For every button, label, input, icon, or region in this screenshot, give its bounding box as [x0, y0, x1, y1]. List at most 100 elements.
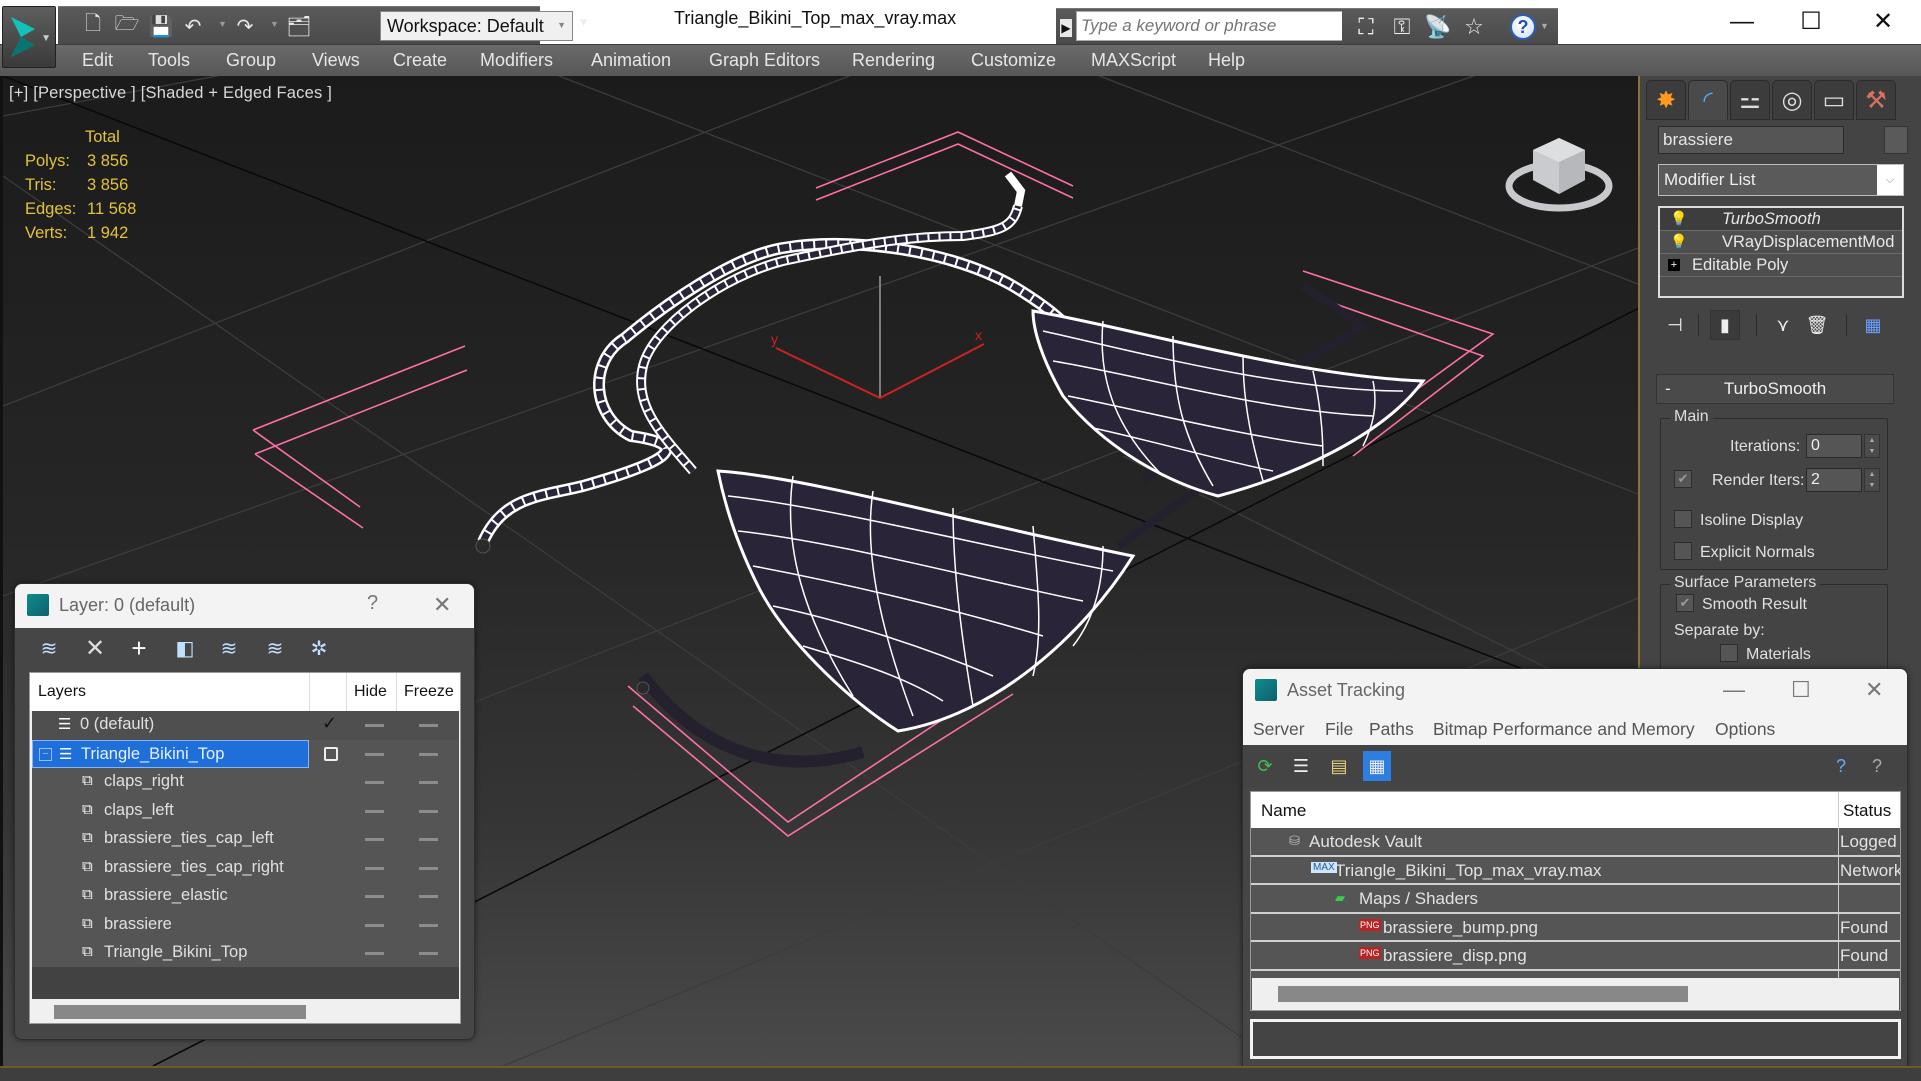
- column-status[interactable]: Status: [1843, 801, 1891, 821]
- minimize-button[interactable]: —: [1717, 4, 1767, 40]
- hide-toggle[interactable]: [365, 923, 384, 927]
- delete-layer-icon[interactable]: ✕: [81, 634, 109, 662]
- materials-checkbox[interactable]: [1720, 644, 1738, 662]
- add-to-layer-icon[interactable]: +: [125, 633, 153, 663]
- menu-help[interactable]: Help: [1208, 50, 1245, 71]
- hierarchy-tab[interactable]: ⚍: [1730, 80, 1770, 120]
- render-iters-spinner-arrows[interactable]: ▲ ▼: [1864, 468, 1880, 492]
- hide-toggle[interactable]: [365, 781, 384, 784]
- column-freeze[interactable]: Freeze: [404, 683, 454, 701]
- list-view-icon[interactable]: ☰: [1287, 751, 1315, 781]
- collapse-icon[interactable]: −: [39, 747, 52, 761]
- remove-modifier-icon[interactable]: 🗑: [1802, 310, 1832, 340]
- help-icon[interactable]: ?: [1510, 14, 1536, 40]
- hide-toggle[interactable]: [365, 838, 384, 841]
- redo-icon[interactable]: ↷: [232, 13, 258, 39]
- menu-file[interactable]: File: [1325, 719, 1353, 740]
- help-button[interactable]: ?: [367, 592, 378, 615]
- freeze-toggle[interactable]: [419, 923, 438, 927]
- save-icon[interactable]: 💾: [148, 13, 174, 39]
- minimize-button[interactable]: —: [1723, 677, 1745, 703]
- create-tab[interactable]: ✸: [1646, 80, 1686, 120]
- maximize-button[interactable]: ☐: [1786, 4, 1836, 40]
- app-menu-button[interactable]: ▼: [2, 6, 56, 68]
- freeze-toggle[interactable]: [419, 752, 438, 756]
- menu-views[interactable]: Views: [312, 50, 360, 71]
- undo-icon[interactable]: ↶: [180, 13, 206, 39]
- layer-row-default[interactable]: ☰ 0 (default) ✓: [32, 711, 459, 740]
- modify-tab[interactable]: ◜: [1688, 80, 1728, 120]
- open-file-icon[interactable]: 🗁: [114, 13, 140, 39]
- menu-group[interactable]: Group: [226, 50, 276, 71]
- menu-bitmap-performance[interactable]: Bitmap Performance and Memory: [1433, 719, 1695, 740]
- help-dropdown-icon[interactable]: ▼: [1540, 21, 1549, 31]
- object-name-field[interactable]: [1658, 126, 1844, 154]
- hide-toggle[interactable]: [365, 809, 384, 813]
- undo-dropdown-icon[interactable]: ▼: [218, 19, 227, 29]
- horizontal-scrollbar[interactable]: [1278, 986, 1688, 1002]
- menu-paths[interactable]: Paths: [1369, 719, 1414, 740]
- current-layer-checkmark-icon[interactable]: ✓: [322, 713, 337, 734]
- hide-toggle[interactable]: [365, 866, 384, 870]
- project-folder-icon[interactable]: 🗂: [286, 13, 312, 39]
- menu-options[interactable]: Options: [1715, 719, 1775, 740]
- menu-graph-editors[interactable]: Graph Editors: [709, 50, 820, 71]
- stack-item-vraydisplacement[interactable]: 💡 VRayDisplacementMod: [1660, 231, 1902, 254]
- asset-row[interactable]: PNG brassiere_bump.png Found: [1251, 914, 1900, 942]
- column-hide[interactable]: Hide: [354, 683, 387, 701]
- workspace-dropdown[interactable]: Workspace: Default ▼: [380, 11, 573, 41]
- viewport-label-menu[interactable]: [+] [Perspective ] [Shaded + Edged Faces…: [9, 84, 332, 103]
- render-iters-checkbox[interactable]: ✔: [1674, 470, 1692, 488]
- expand-search-icon[interactable]: ▶: [1060, 19, 1072, 37]
- asset-row[interactable]: ⛁ Autodesk Vault Logged C: [1251, 828, 1900, 857]
- help-online-icon[interactable]: ?: [1827, 751, 1855, 781]
- pin-stack-icon[interactable]: ⊣: [1660, 310, 1690, 340]
- asset-row[interactable]: MAX Triangle_Bikini_Top_max_vray.max Net…: [1251, 857, 1900, 885]
- asset-row[interactable]: ▰ Maps / Shaders: [1251, 885, 1900, 914]
- object-row[interactable]: ⧉ claps_right: [32, 768, 459, 797]
- make-unique-icon[interactable]: ⋎: [1768, 310, 1798, 340]
- configure-modifier-sets-icon[interactable]: ▦: [1858, 310, 1888, 340]
- lightbulb-icon[interactable]: 💡: [1670, 233, 1687, 250]
- menu-customize[interactable]: Customize: [971, 50, 1056, 71]
- select-objects-in-layer-icon[interactable]: ◧: [171, 634, 199, 662]
- new-layer-icon[interactable]: ≋: [35, 634, 63, 662]
- freeze-toggle[interactable]: [419, 809, 438, 813]
- render-iters-spinner[interactable]: 2: [1806, 468, 1862, 492]
- hide-toggle[interactable]: [365, 895, 384, 898]
- menu-rendering[interactable]: Rendering: [852, 50, 935, 71]
- menu-modifiers[interactable]: Modifiers: [480, 50, 553, 71]
- layer-window-titlebar[interactable]: Layer: 0 (default) ? ✕: [15, 584, 474, 628]
- show-end-result-icon[interactable]: ▮: [1710, 310, 1740, 340]
- star-icon[interactable]: ☆: [1460, 13, 1488, 41]
- table-view-icon[interactable]: ▦: [1363, 751, 1391, 781]
- maximize-button[interactable]: ☐: [1791, 677, 1811, 703]
- tree-view-icon[interactable]: ▤: [1325, 751, 1353, 781]
- modifier-list-dropdown[interactable]: Modifier List ⌵: [1658, 164, 1904, 196]
- menu-edit[interactable]: Edit: [82, 50, 113, 71]
- horizontal-scrollbar[interactable]: [54, 1005, 306, 1019]
- redo-dropdown-icon[interactable]: ▼: [270, 19, 279, 29]
- column-layers[interactable]: Layers: [38, 683, 86, 701]
- iterations-spinner[interactable]: 0: [1806, 434, 1862, 458]
- layer-settings-icon[interactable]: ✲: [305, 634, 333, 662]
- explicit-normals-checkbox[interactable]: [1674, 542, 1692, 560]
- freeze-toggle[interactable]: [419, 724, 438, 727]
- object-row[interactable]: ⧉ brassiere_ties_cap_left: [32, 825, 459, 854]
- turbosmooth-rollout-header[interactable]: - TurboSmooth: [1656, 374, 1894, 404]
- close-button[interactable]: ✕: [433, 592, 451, 618]
- freeze-toggle[interactable]: [419, 866, 438, 870]
- freeze-toggle[interactable]: [419, 895, 438, 898]
- menu-maxscript[interactable]: MAXScript: [1091, 50, 1176, 71]
- viewcube[interactable]: [1503, 124, 1623, 224]
- satellite-dish-icon[interactable]: 📡: [1424, 13, 1452, 41]
- layer-properties-icon[interactable]: ≋: [261, 634, 289, 662]
- asset-window-titlebar[interactable]: Asset Tracking — ☐ ✕: [1243, 669, 1907, 713]
- utilities-tab[interactable]: ⚒: [1856, 80, 1896, 120]
- object-row[interactable]: ⧉ brassiere_elastic: [32, 882, 459, 911]
- layer-row-triangle-bikini-top[interactable]: − ☰ Triangle_Bikini_Top: [32, 739, 459, 768]
- refresh-icon[interactable]: ⟳: [1251, 751, 1279, 781]
- binoculars-icon[interactable]: ⛶: [1352, 13, 1380, 41]
- customize-toolbar-icon[interactable]: ⯆: [578, 15, 589, 32]
- set-current-layer-box[interactable]: [324, 746, 338, 761]
